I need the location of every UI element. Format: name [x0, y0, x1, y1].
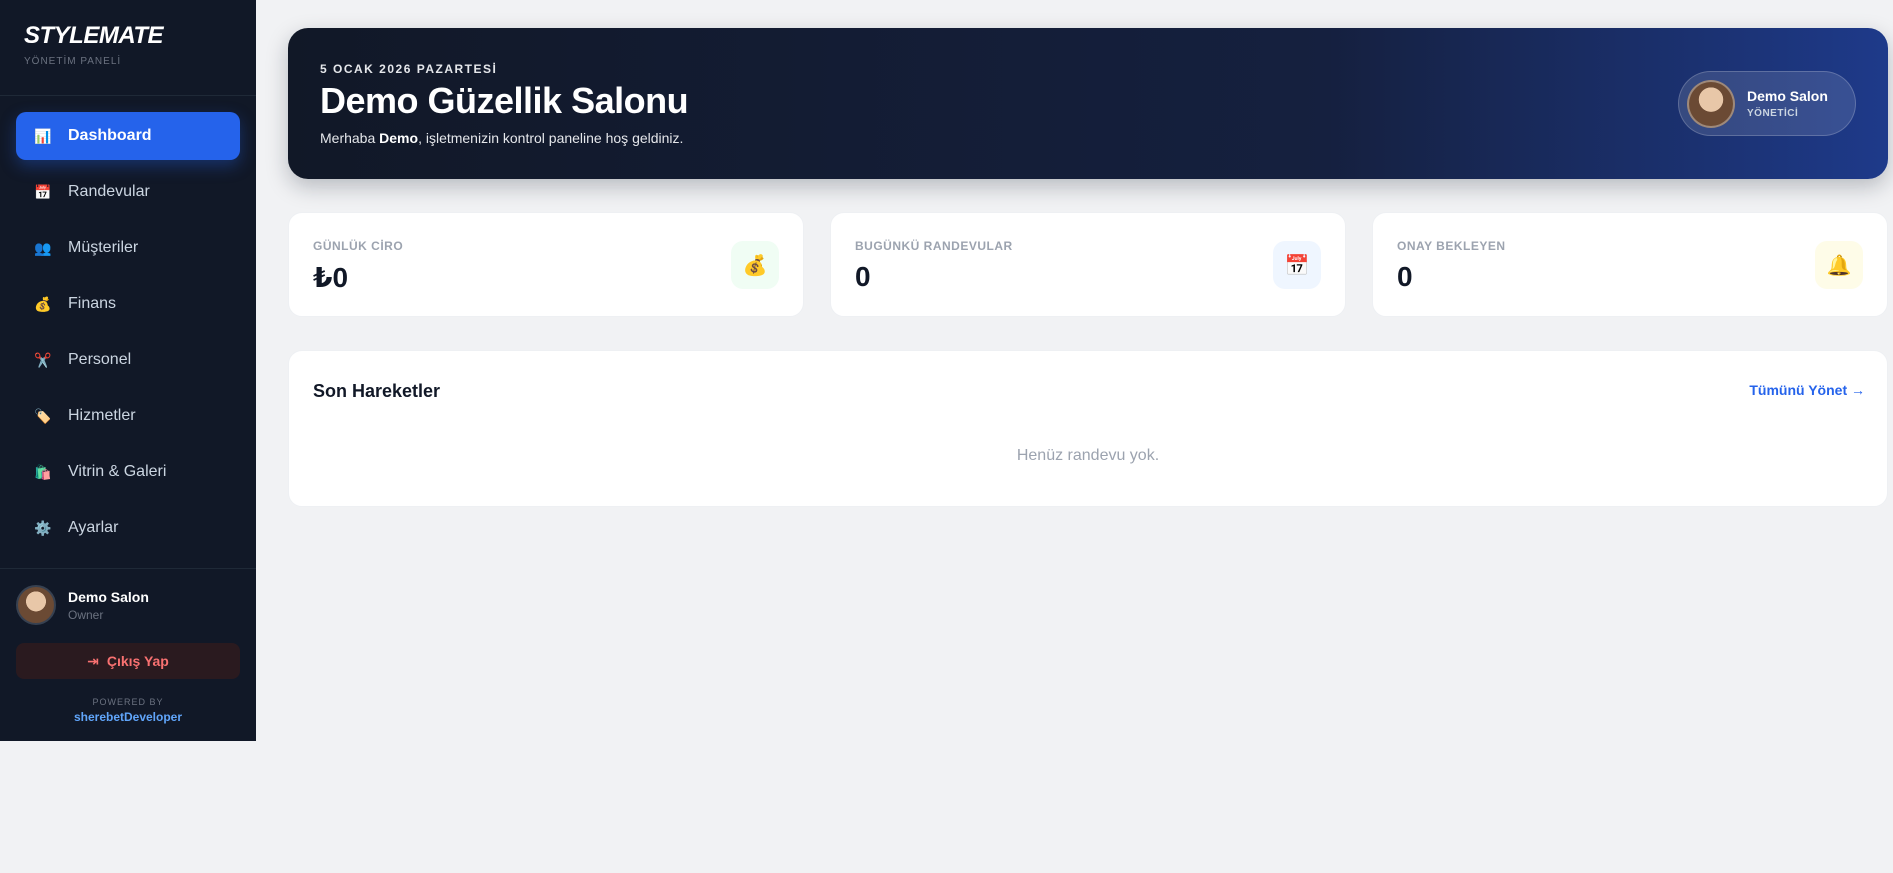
- sidebar-item-showcase[interactable]: 🛍️ Vitrin & Galeri: [16, 448, 240, 496]
- avatar: [16, 585, 56, 625]
- powered-brand-link[interactable]: sherebetDeveloper: [16, 710, 240, 724]
- sidebar-item-label: Personel: [68, 351, 132, 368]
- money-bag-icon: 💰: [34, 295, 52, 312]
- sidebar-item-label: Hizmetler: [68, 407, 136, 424]
- sidebar-user: Demo Salon Owner: [16, 585, 240, 625]
- sidebar: STYLEMATE YÖNETİM PANELİ 📊 Dashboard 📅 R…: [0, 0, 256, 741]
- stat-card-pending-approval: ONAY BEKLEYEN 0 🔔: [1372, 212, 1888, 317]
- user-role: Owner: [68, 607, 104, 622]
- stat-value: ₺0: [313, 262, 349, 293]
- powered-label: POWERED BY: [92, 697, 164, 707]
- sidebar-item-label: Randevular: [68, 183, 150, 200]
- bell-icon: 🔔: [1815, 241, 1863, 289]
- section-title: Son Hareketler: [313, 381, 441, 401]
- sidebar-item-label: Ayarlar: [68, 519, 119, 536]
- welcome-text: Merhaba Demo, işletmenizin kontrol panel…: [320, 130, 683, 146]
- sidebar-item-finance[interactable]: 💰 Finans: [16, 280, 240, 328]
- sidebar-item-services[interactable]: 🏷️ Hizmetler: [16, 392, 240, 440]
- chart-icon: 📊: [34, 127, 52, 144]
- gear-icon: ⚙️: [34, 519, 52, 536]
- sidebar-item-settings[interactable]: ⚙️ Ayarlar: [16, 504, 240, 552]
- brand-title: STYLEMATE: [24, 22, 164, 49]
- users-icon: 👥: [34, 239, 52, 256]
- brand: STYLEMATE YÖNETİM PANELİ: [0, 0, 256, 96]
- stat-card-today-appointments: BUGÜNKÜ RANDEVULAR 0 📅: [830, 212, 1346, 317]
- stat-value: 0: [1397, 261, 1413, 292]
- hero-user-chip[interactable]: Demo Salon YÖNETİCİ: [1678, 71, 1856, 136]
- sidebar-item-label: Finans: [68, 295, 117, 312]
- calendar-icon: 📅: [1273, 241, 1321, 289]
- stat-label: ONAY BEKLEYEN: [1397, 239, 1506, 253]
- stat-card-daily-revenue: GÜNLÜK CİRO ₺0 💰: [288, 212, 804, 317]
- sidebar-item-label: Dashboard: [68, 127, 152, 144]
- stat-value: 0: [855, 261, 871, 292]
- hero-banner: 5 OCAK 2026 PAZARTESİ Demo Güzellik Salo…: [288, 28, 1888, 179]
- hero-user-role: YÖNETİCİ: [1747, 108, 1799, 119]
- sidebar-item-appointments[interactable]: 📅 Randevular: [16, 168, 240, 216]
- tag-icon: 🏷️: [34, 407, 52, 424]
- sidebar-item-label: Vitrin & Galeri: [68, 463, 167, 480]
- brand-subtitle: YÖNETİM PANELİ: [24, 56, 122, 67]
- sidebar-item-staff[interactable]: ✂️ Personel: [16, 336, 240, 384]
- scissors-icon: ✂️: [34, 351, 52, 368]
- manage-all-link[interactable]: Tümünü Yönet →: [1749, 382, 1865, 398]
- calendar-icon: 📅: [34, 183, 52, 200]
- empty-state: Henüz randevu yok.: [1016, 447, 1160, 464]
- sidebar-nav: 📊 Dashboard 📅 Randevular 👥 Müşteriler 💰 …: [0, 96, 256, 552]
- welcome-prefix: Merhaba: [320, 130, 380, 146]
- sidebar-item-customers[interactable]: 👥 Müşteriler: [16, 224, 240, 272]
- logout-label: Çıkış Yap: [106, 653, 169, 669]
- stat-label: BUGÜNKÜ RANDEVULAR: [855, 239, 1013, 253]
- stat-label: GÜNLÜK CİRO: [313, 239, 404, 253]
- sidebar-footer: Demo Salon Owner ⇥ Çıkış Yap POWERED BY …: [0, 568, 256, 724]
- logout-icon: ⇥: [87, 652, 99, 669]
- recent-activity-card: Son Hareketler Tümünü Yönet → Henüz rand…: [288, 350, 1888, 507]
- shopping-bags-icon: 🛍️: [34, 463, 52, 480]
- hero-date: 5 OCAK 2026 PAZARTESİ: [320, 62, 498, 76]
- welcome-name: Demo: [379, 130, 419, 146]
- money-bag-icon: 💰: [731, 241, 779, 289]
- sidebar-item-label: Müşteriler: [68, 239, 139, 256]
- powered-by: POWERED BY sherebetDeveloper: [16, 697, 240, 724]
- welcome-suffix: , işletmenizin kontrol paneline hoş geld…: [418, 130, 684, 146]
- avatar: [1687, 79, 1735, 128]
- sidebar-item-dashboard[interactable]: 📊 Dashboard: [16, 112, 240, 160]
- page-title: Demo Güzellik Salonu: [320, 80, 689, 121]
- hero-user-name: Demo Salon: [1747, 88, 1828, 104]
- user-name: Demo Salon: [68, 588, 149, 605]
- logout-button[interactable]: ⇥ Çıkış Yap: [16, 643, 240, 679]
